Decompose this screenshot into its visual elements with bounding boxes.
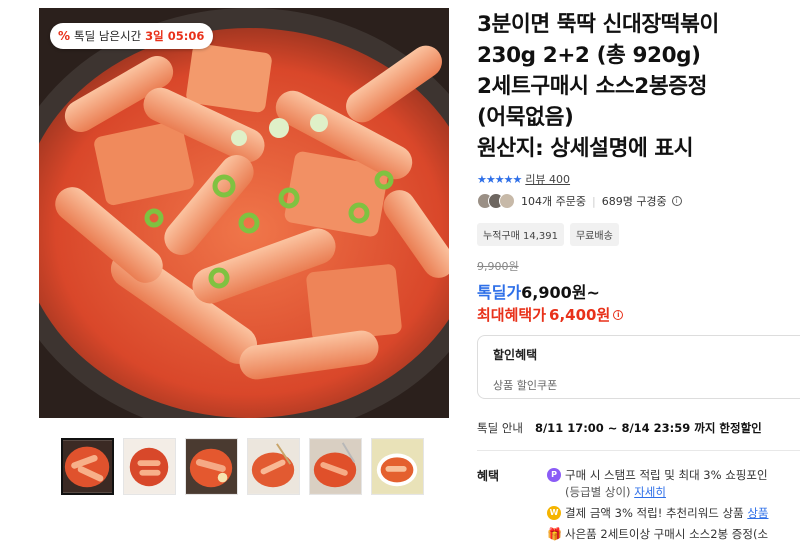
deal-price-label: 톡딜가 [477, 283, 522, 302]
buyer-activity-row: 104개 주문중 | 689명 구경중 i [477, 193, 682, 209]
thumbnail-2[interactable] [123, 438, 176, 495]
product-tags: 누적구매 14,391 무료배송 [477, 223, 619, 246]
benefit-subtext: (등급별 상이) [565, 485, 631, 499]
point-icon: P [547, 468, 561, 482]
thumbnail-4[interactable] [247, 438, 300, 495]
divider [477, 450, 800, 451]
info-icon[interactable]: i [671, 196, 682, 206]
deal-timer-badge: % 톡딜 남은시간 3일 05:06 [50, 23, 214, 49]
deal-timer-label: 톡딜 남은시간 [74, 29, 142, 43]
gift-icon: 🎁 [547, 527, 562, 541]
rating-row: ★★★★★ 리뷰 400 [477, 171, 570, 187]
info-icon[interactable]: i [613, 309, 624, 320]
order-count: 104개 주문중 [521, 195, 586, 208]
deal-timer-value: 3일 05:06 [145, 29, 205, 43]
thumbnail-1[interactable] [61, 438, 114, 495]
deal-price-value: 6,900원~ [521, 283, 600, 302]
max-benefit-value: 6,400원 [549, 306, 611, 324]
benefit-text: 구매 시 스탬프 적립 및 최대 3% 쇼핑포인 [565, 468, 768, 482]
thumbnail-6[interactable] [371, 438, 424, 495]
discount-box[interactable]: 할인혜택 상품 할인쿠폰 [477, 335, 800, 399]
discount-subtitle: 상품 할인쿠폰 [493, 379, 558, 392]
benefit-item: P 구매 시 스탬프 적립 및 최대 3% 쇼핑포인 (등급별 상이) 자세히 [547, 467, 769, 501]
discount-icon: % [58, 29, 71, 43]
review-link[interactable]: 리뷰 400 [525, 171, 570, 187]
max-benefit-label: 최대혜택가 [477, 306, 547, 324]
benefit-item: 🎁 사은품 2세트이상 구매시 소스2봉 증정(소 [547, 526, 769, 543]
details-link[interactable]: 자세히 [634, 485, 666, 499]
coin-icon: W [547, 506, 561, 520]
original-price: 9,900원 [477, 260, 519, 273]
tteokbokki-photo [39, 8, 449, 418]
discount-title: 할인혜택 [493, 348, 538, 362]
deal-guide: 톡딜 안내 8/11 17:00 ~ 8/14 23:59 까지 한정할인 [477, 420, 762, 436]
tag-cumulative-purchase: 누적구매 14,391 [477, 223, 564, 246]
buyer-avatars [477, 193, 515, 209]
watching-count: 689명 구경중 [601, 195, 667, 208]
product-link[interactable]: 상품 [747, 506, 768, 520]
thumbnail-3[interactable] [185, 438, 238, 495]
deal-guide-label: 톡딜 안내 [477, 421, 523, 435]
star-rating-icon: ★★★★★ [477, 172, 522, 186]
max-benefit-price: 최대혜택가 6,400원 i [477, 304, 624, 325]
product-title: 3분이면 뚝딱 신대장떡볶이 230g 2+2 (총 920g) 2세트구매시 … [477, 12, 719, 161]
deal-price: 톡딜가6,900원~ [477, 279, 600, 303]
benefit-text: 결제 금액 3% 적립! 추천리워드 상품 [565, 506, 744, 520]
deal-guide-value: 8/11 17:00 ~ 8/14 23:59 까지 한정할인 [534, 421, 762, 435]
divider: | [591, 194, 596, 208]
avatar [499, 193, 515, 209]
tag-free-shipping: 무료배송 [569, 223, 619, 246]
benefit-text: 사은품 2세트이상 구매시 소스2봉 증정(소 [565, 527, 769, 541]
main-product-image: % 톡딜 남은시간 3일 05:06 [39, 8, 449, 418]
benefit-item: W 결제 금액 3% 적립! 추천리워드 상품 상품 [547, 505, 769, 522]
thumbnail-strip [61, 438, 424, 495]
benefit-label: 혜택 [477, 469, 500, 483]
benefit-list: P 구매 시 스탬프 적립 및 최대 3% 쇼핑포인 (등급별 상이) 자세히 … [547, 467, 769, 547]
thumbnail-5[interactable] [309, 438, 362, 495]
